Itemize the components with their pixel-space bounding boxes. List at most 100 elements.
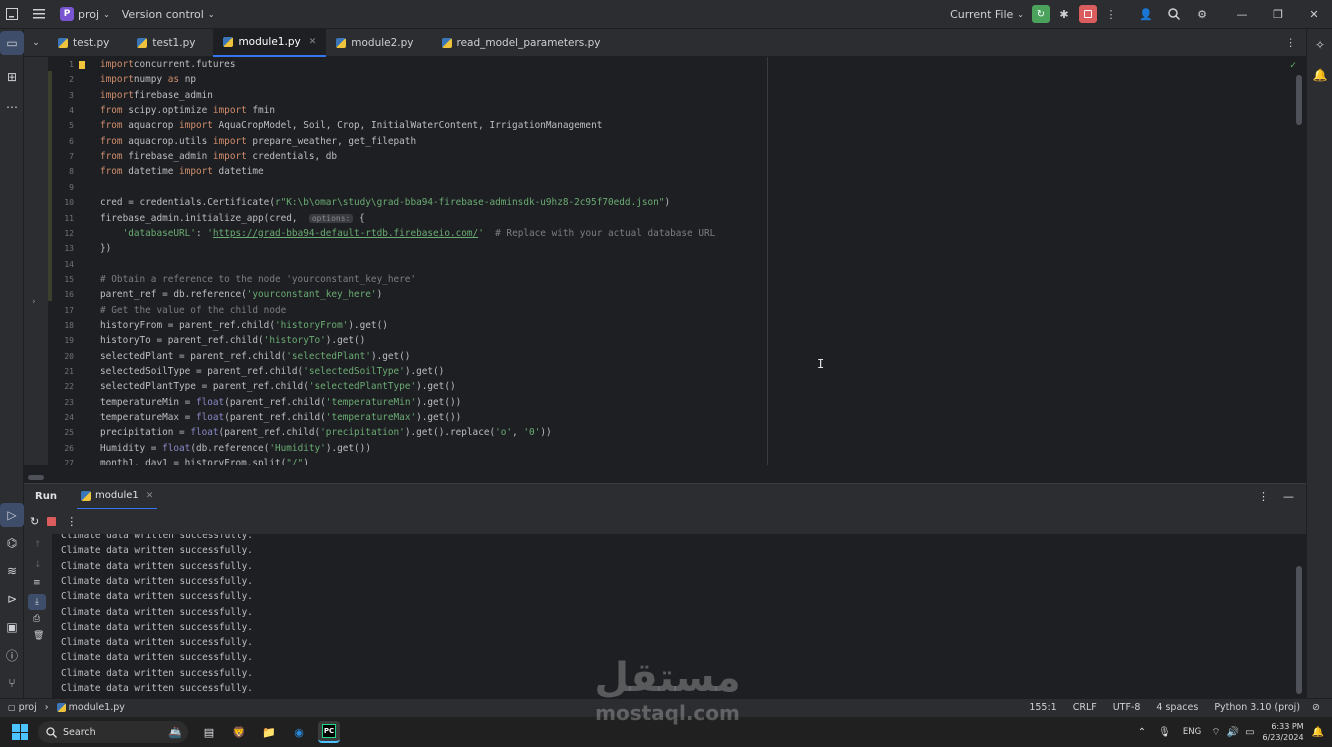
- editor-scrollbar[interactable]: [1296, 75, 1302, 125]
- python-packages-button[interactable]: ≋: [0, 559, 24, 583]
- brave-browser-icon[interactable]: 🦁: [228, 721, 250, 743]
- pycharm-taskbar-icon[interactable]: PC: [318, 721, 340, 743]
- tab-module2-py[interactable]: module2.py: [326, 29, 423, 57]
- code-line[interactable]: importfirebase_admin: [100, 88, 213, 103]
- git-button[interactable]: ⑂: [0, 671, 24, 695]
- python-interpreter[interactable]: Python 3.10 (proj): [1208, 702, 1306, 713]
- task-view-icon[interactable]: ▤: [198, 721, 220, 743]
- chevron-right-icon[interactable]: ›: [32, 297, 36, 307]
- lock-icon[interactable]: ⊘: [1306, 702, 1326, 713]
- rerun-button[interactable]: ↻: [1030, 0, 1052, 29]
- tab-test-py[interactable]: test.py: [48, 29, 119, 57]
- caret-position[interactable]: 155:1: [1023, 702, 1062, 713]
- arrow-up-icon[interactable]: ↑: [34, 540, 42, 550]
- tab-test1-py[interactable]: test1.py: [127, 29, 205, 57]
- code-line[interactable]: # Get the value of the child node: [100, 303, 286, 318]
- debug-button[interactable]: ✱: [1052, 0, 1076, 29]
- code-line[interactable]: from scipy.optimize import fmin: [100, 103, 275, 118]
- tab-read-model-parameters-py[interactable]: read_model_parameters.py: [432, 29, 611, 57]
- wifi-icon[interactable]: ⌔: [1211, 726, 1220, 739]
- code-line[interactable]: from aquacrop.utils import prepare_weath…: [100, 134, 416, 149]
- add-user-button[interactable]: 👤: [1132, 0, 1160, 29]
- taskbar-search[interactable]: Search 🚢: [38, 721, 188, 743]
- code-line[interactable]: cred = credentials.Certificate(r"K:\b\om…: [100, 195, 670, 210]
- indent-setting[interactable]: 4 spaces: [1150, 702, 1204, 713]
- code-line[interactable]: precipitation = float(parent_ref.child('…: [100, 425, 552, 440]
- tab-module1-py[interactable]: module1.py ✕: [213, 28, 327, 57]
- notification-bell-icon[interactable]: 🔔: [1312, 727, 1324, 738]
- code-line[interactable]: selectedPlant = parent_ref.child('select…: [100, 349, 410, 364]
- bookmark-icon[interactable]: [79, 61, 85, 69]
- close-tab-icon[interactable]: ✕: [146, 491, 154, 501]
- code-line[interactable]: from datetime import datetime: [100, 164, 264, 179]
- run-config-selector[interactable]: Current File ⌄: [944, 0, 1030, 29]
- structure-tool-button[interactable]: ⊞: [0, 65, 24, 89]
- run-tab-module1[interactable]: module1 ✕: [76, 484, 158, 510]
- code-line[interactable]: from firebase_admin import credentials, …: [100, 149, 337, 164]
- scroll-to-end-icon[interactable]: ⤓: [28, 594, 46, 610]
- input-language[interactable]: ENG: [1183, 727, 1201, 737]
- more-actions-button[interactable]: ⋮: [1100, 0, 1122, 29]
- microphone-icon[interactable]: 🎙: [1158, 727, 1171, 738]
- code-line[interactable]: importnumpy as np: [100, 72, 196, 87]
- arrow-down-icon[interactable]: ↓: [34, 560, 42, 570]
- recent-files-button[interactable]: ⌄: [24, 29, 48, 57]
- close-tab-icon[interactable]: ✕: [309, 37, 317, 47]
- chevron-up-icon[interactable]: ⌃: [1138, 727, 1146, 738]
- code-line[interactable]: 'databaseURL': 'https://grad-bba94-defau…: [100, 226, 716, 241]
- problems-button[interactable]: ⓘ: [0, 643, 24, 667]
- breadcrumb-project[interactable]: proj: [19, 702, 37, 713]
- battery-icon[interactable]: ▭: [1245, 727, 1254, 738]
- code-line[interactable]: historyFrom = parent_ref.child('historyF…: [100, 318, 388, 333]
- code-line[interactable]: selectedSoilType = parent_ref.child('sel…: [100, 364, 444, 379]
- stop-icon[interactable]: [47, 517, 57, 526]
- code-line[interactable]: temperatureMin = float(parent_ref.child(…: [100, 395, 461, 410]
- minimize-panel-icon[interactable]: —: [1283, 490, 1294, 503]
- code-line[interactable]: firebase_admin.initialize_app(cred, opti…: [100, 211, 365, 226]
- file-encoding[interactable]: UTF-8: [1107, 702, 1147, 713]
- rerun-icon[interactable]: ↻: [30, 515, 39, 528]
- more-vertical-icon[interactable]: ⋮: [66, 515, 77, 528]
- windows-start-icon[interactable]: [12, 724, 28, 740]
- console-scrollbar[interactable]: [1296, 566, 1302, 694]
- app-logo-icon[interactable]: [0, 0, 24, 29]
- stop-button[interactable]: [1076, 0, 1100, 29]
- code-line[interactable]: temperatureMax = float(parent_ref.child(…: [100, 410, 461, 425]
- run-tool-button[interactable]: ▷: [0, 503, 24, 527]
- project-selector[interactable]: P proj ⌄: [54, 0, 116, 29]
- line-ending[interactable]: CRLF: [1067, 702, 1103, 713]
- code-line[interactable]: # Obtain a reference to the node 'yourco…: [100, 272, 416, 287]
- settings-button[interactable]: ⚙: [1188, 0, 1216, 29]
- search-button[interactable]: [1160, 0, 1188, 29]
- code-line[interactable]: historyTo = parent_ref.child('historyTo'…: [100, 333, 365, 348]
- trash-icon[interactable]: 🗑: [33, 631, 44, 641]
- more-tools-button[interactable]: ⋯: [0, 95, 24, 119]
- code-line[interactable]: importconcurrent.futures: [100, 57, 235, 72]
- code-line[interactable]: Humidity = float(db.reference('Humidity'…: [100, 441, 371, 456]
- services-button[interactable]: ⊳: [0, 587, 24, 611]
- tab-options-button[interactable]: ⋮: [1276, 29, 1307, 57]
- more-vertical-icon[interactable]: ⋮: [1258, 490, 1269, 503]
- code-line[interactable]: selectedPlantType = parent_ref.child('se…: [100, 379, 456, 394]
- code-line[interactable]: parent_ref = db.reference('yourconstant_…: [100, 287, 382, 302]
- soft-wrap-icon[interactable]: ≡: [33, 578, 41, 588]
- breadcrumb-file[interactable]: module1.py: [69, 702, 125, 713]
- horizontal-scrollbar[interactable]: [28, 475, 44, 480]
- terminal-button[interactable]: ▣: [0, 615, 24, 639]
- file-explorer-icon[interactable]: 📁: [258, 721, 280, 743]
- app-icon[interactable]: ◉: [288, 721, 310, 743]
- minimize-button[interactable]: —: [1224, 0, 1260, 29]
- close-button[interactable]: ✕: [1296, 0, 1332, 29]
- maximize-button[interactable]: ❐: [1260, 0, 1296, 29]
- code-line[interactable]: }): [100, 241, 111, 256]
- volume-icon[interactable]: 🔊: [1227, 727, 1239, 738]
- python-console-button[interactable]: ⌬: [0, 531, 24, 555]
- code-line[interactable]: month1, day1 = historyFrom.split("/"): [100, 456, 309, 465]
- main-menu-icon[interactable]: [24, 0, 54, 29]
- notifications-button[interactable]: 🔔: [1307, 63, 1332, 87]
- clock[interactable]: 6:33 PM 6/23/2024: [1263, 721, 1304, 743]
- version-control-menu[interactable]: Version control ⌄: [116, 0, 221, 29]
- code-editor[interactable]: importconcurrent.futures importnumpy as n…: [96, 57, 1306, 465]
- project-tool-button[interactable]: ▭: [0, 31, 24, 55]
- print-icon[interactable]: ⎙: [33, 614, 40, 624]
